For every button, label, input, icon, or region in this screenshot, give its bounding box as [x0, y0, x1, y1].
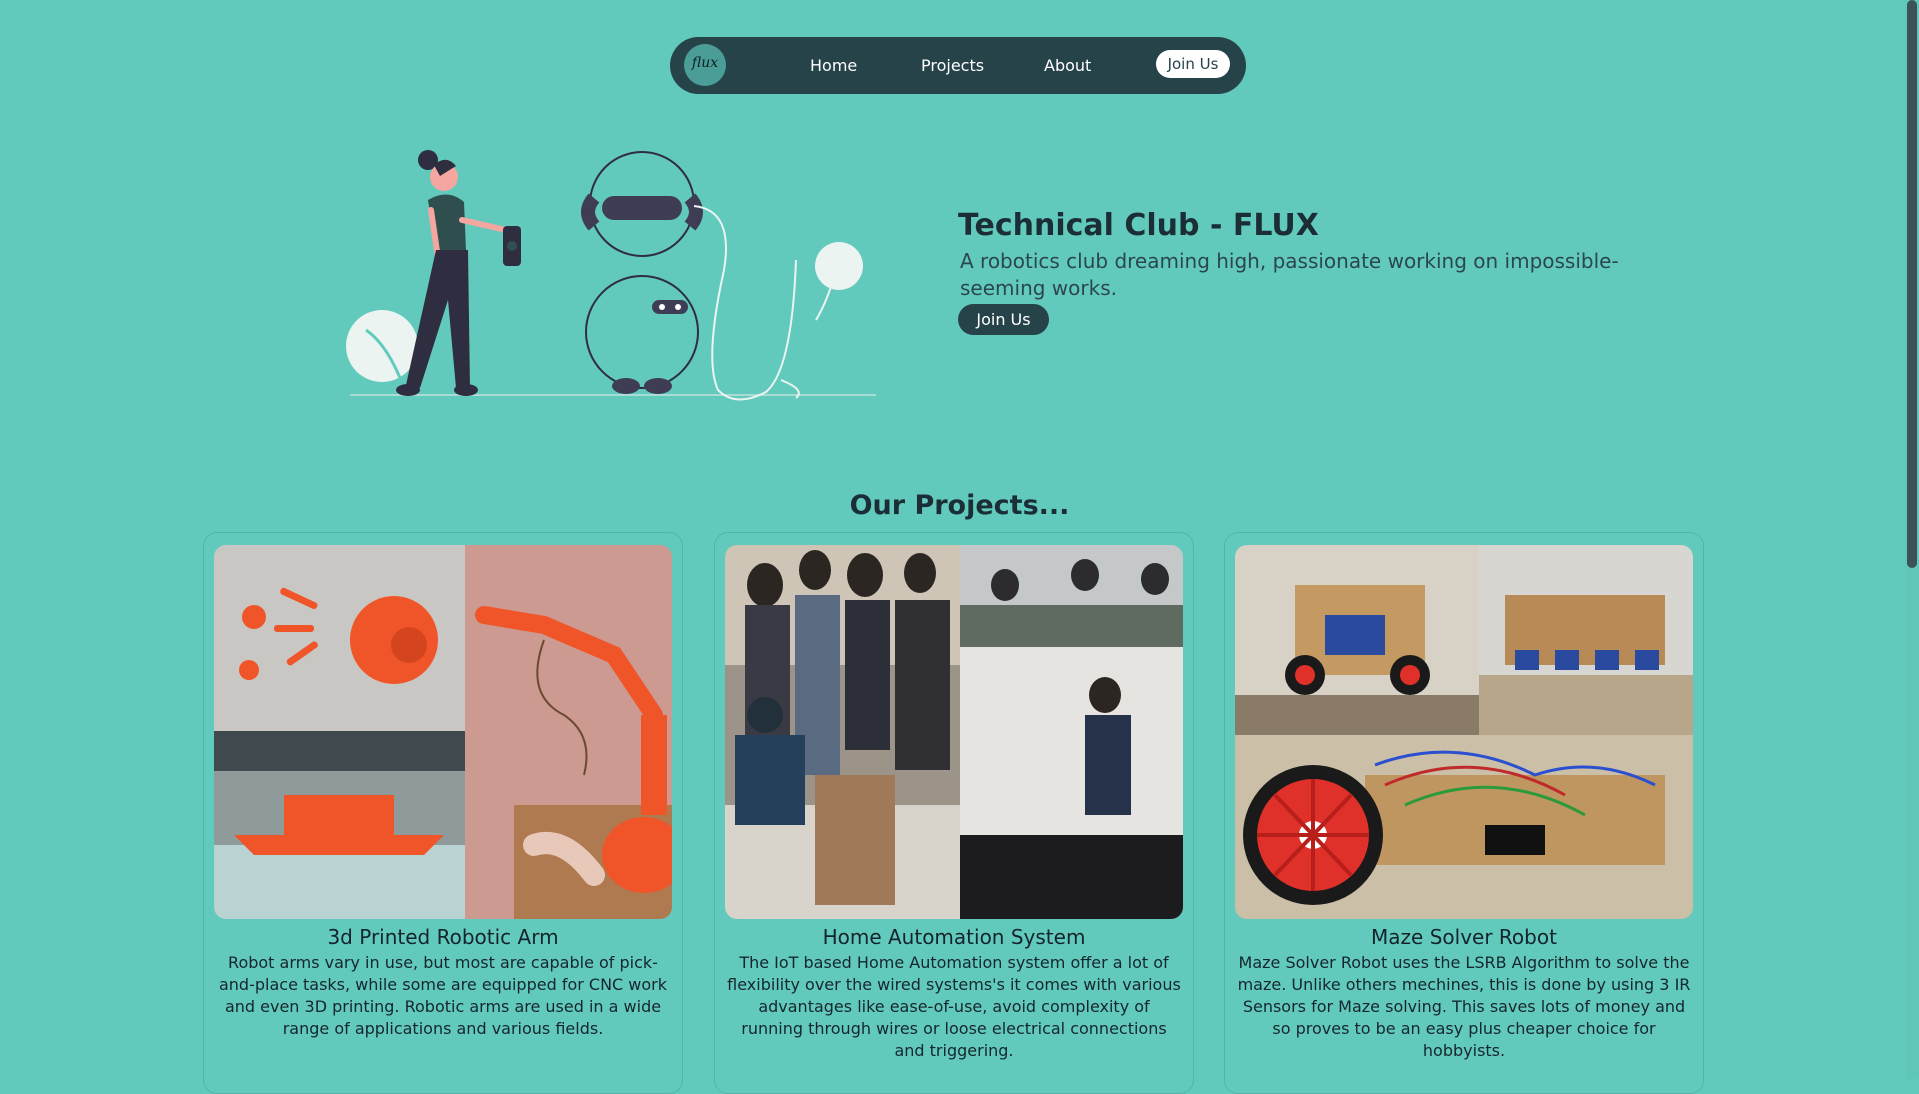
- project-description: Robot arms vary in use, but most are cap…: [218, 953, 668, 1038]
- logo-text: flux: [691, 55, 719, 71]
- hero-subtitle: A robotics club dreaming high, passionat…: [960, 249, 1619, 300]
- nav-home-link[interactable]: Home: [810, 56, 857, 75]
- project-card-home-automation[interactable]: Home Automation System The IoT based Hom…: [714, 532, 1194, 1094]
- robotic-arm-photo-collage: [214, 545, 672, 919]
- project-card-maze-solver[interactable]: Maze Solver Robot Maze Solver Robot uses…: [1224, 532, 1704, 1094]
- projects-heading: Our Projects...: [849, 490, 1070, 521]
- maze-solver-photo-collage: [1235, 545, 1693, 919]
- home-automation-photo-collage: [725, 545, 1183, 919]
- project-title: 3d Printed Robotic Arm: [327, 925, 559, 949]
- project-description: Maze Solver Robot uses the LSRB Algorith…: [1237, 953, 1691, 1060]
- nav-projects-link[interactable]: Projects: [921, 56, 984, 75]
- project-title: Home Automation System: [822, 925, 1086, 949]
- project-card-robotic-arm[interactable]: 3d Printed Robotic Arm Robot arms vary i…: [203, 532, 683, 1094]
- nav-about-link[interactable]: About: [1044, 56, 1091, 75]
- hero-join-button[interactable]: Join Us: [958, 304, 1049, 335]
- scrollbar-thumb[interactable]: [1907, 0, 1917, 568]
- project-title: Maze Solver Robot: [1371, 925, 1557, 949]
- hero-title: Technical Club - FLUX: [958, 208, 1319, 243]
- page-scrollbar[interactable]: [1905, 0, 1919, 1079]
- top-navbar: flux Home Projects About Join Us: [670, 37, 1246, 94]
- flux-logo[interactable]: flux: [684, 44, 726, 86]
- hero-illustration: [346, 150, 876, 401]
- project-description: The IoT based Home Automation system off…: [727, 953, 1181, 1060]
- nav-join-button[interactable]: Join Us: [1156, 50, 1230, 78]
